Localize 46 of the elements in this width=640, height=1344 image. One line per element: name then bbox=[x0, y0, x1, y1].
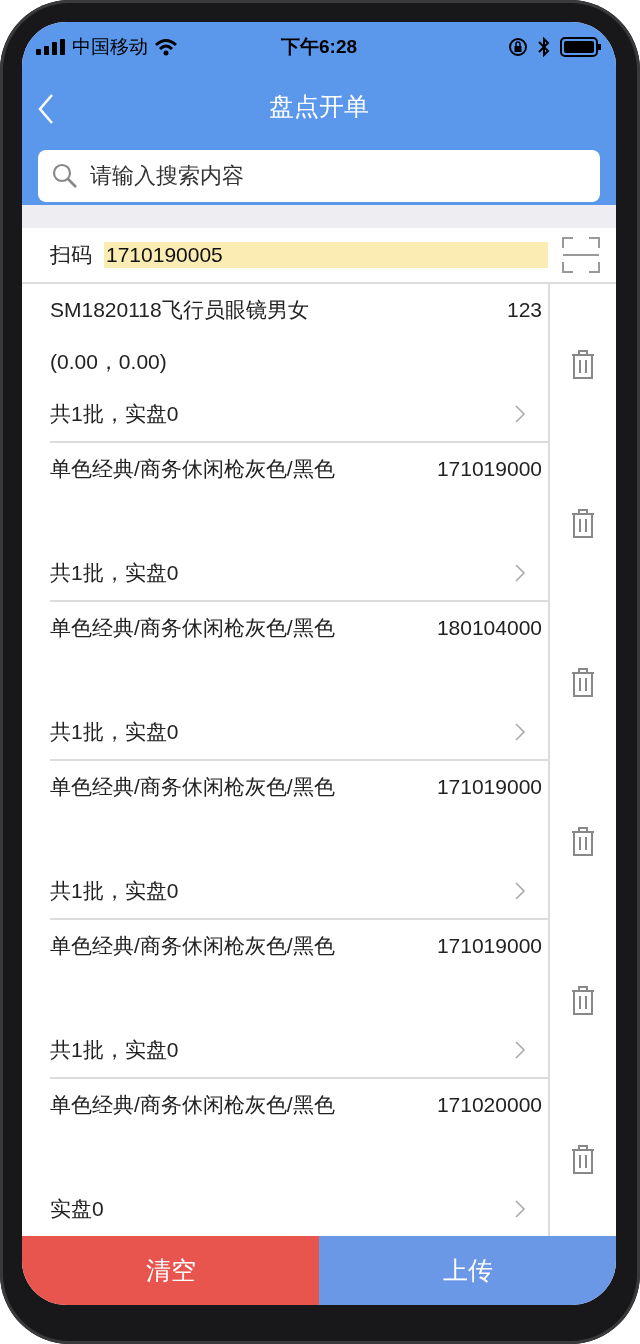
product-name: 单色经典/商务休闲枪灰色/黑色 bbox=[50, 1092, 335, 1118]
rotation-lock-icon bbox=[508, 37, 528, 57]
batch-summary: 共1批，实盘0 bbox=[50, 878, 179, 904]
batch-summary: 共1批，实盘0 bbox=[50, 560, 179, 586]
trash-icon[interactable] bbox=[571, 348, 595, 379]
upload-button[interactable]: 上传 bbox=[319, 1236, 616, 1305]
signal-icon bbox=[36, 39, 66, 55]
chevron-right-icon[interactable] bbox=[514, 404, 526, 424]
product-code: 123 bbox=[505, 298, 542, 322]
price-range: (0.00，0.00) bbox=[50, 349, 167, 375]
product-code: 171019000 bbox=[435, 934, 542, 958]
product-name: 单色经典/商务休闲枪灰色/黑色 bbox=[50, 774, 335, 800]
batch-summary: 共1批，实盘0 bbox=[50, 1037, 179, 1063]
scan-icon[interactable] bbox=[562, 237, 600, 273]
page-title: 盘点开单 bbox=[269, 90, 369, 122]
chevron-right-icon[interactable] bbox=[514, 722, 526, 742]
product-code: 171019000 bbox=[435, 775, 542, 799]
battery-icon bbox=[560, 37, 602, 57]
chevron-right-icon[interactable] bbox=[514, 881, 526, 901]
trash-icon[interactable] bbox=[571, 666, 595, 697]
trash-icon[interactable] bbox=[571, 507, 595, 538]
trash-icon[interactable] bbox=[571, 825, 595, 856]
back-icon[interactable] bbox=[38, 94, 54, 124]
product-name: 单色经典/商务休闲枪灰色/黑色 bbox=[50, 615, 335, 641]
search-field[interactable]: 请输入搜索内容 bbox=[38, 150, 600, 202]
trash-icon[interactable] bbox=[571, 1143, 595, 1174]
trash-icon[interactable] bbox=[571, 984, 595, 1015]
scan-input-field[interactable]: 1710190005 bbox=[104, 242, 548, 268]
carrier-name: 中国移动 bbox=[72, 35, 148, 59]
wifi-icon bbox=[154, 38, 178, 56]
chevron-right-icon[interactable] bbox=[514, 1040, 526, 1060]
batch-summary: 共1批，实盘0 bbox=[50, 401, 179, 427]
batch-summary: 共1批，实盘0 bbox=[50, 719, 179, 745]
batch-summary: 实盘0 bbox=[50, 1196, 104, 1222]
scan-label: 扫码 bbox=[50, 242, 92, 268]
product-code: 180104000 bbox=[435, 616, 542, 640]
bluetooth-icon bbox=[538, 37, 550, 57]
chevron-right-icon[interactable] bbox=[514, 1199, 526, 1219]
product-name: 单色经典/商务休闲枪灰色/黑色 bbox=[50, 933, 335, 959]
product-code: 171020000 bbox=[435, 1093, 542, 1117]
status-time: 下午6:28 bbox=[281, 35, 357, 59]
clear-button[interactable]: 清空 bbox=[22, 1236, 319, 1305]
product-name: 单色经典/商务休闲枪灰色/黑色 bbox=[50, 456, 335, 482]
product-code: 171019000 bbox=[435, 457, 542, 481]
chevron-right-icon[interactable] bbox=[514, 563, 526, 583]
product-name: SM1820118飞行员眼镜男女 bbox=[50, 297, 309, 323]
